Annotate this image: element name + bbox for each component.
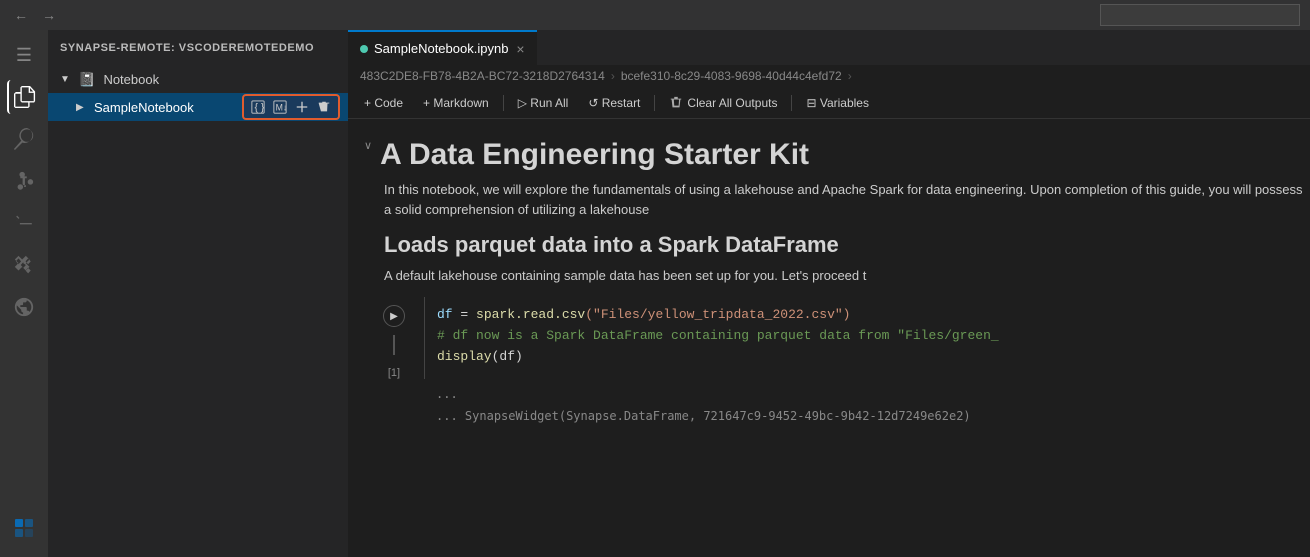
code-line-3: display(df) [437, 347, 1298, 368]
variables-button[interactable]: ⊟ Variables [798, 93, 877, 113]
tree-section: ▼ 📓 Notebook ▶ SampleNotebook { } [48, 65, 348, 121]
notebook-folder-icon: 📓 [78, 71, 95, 88]
notebook-toolbar: + Code + Markdown ▷ Run All ↺ Restart Cl… [348, 87, 1310, 119]
sidebar: SYNAPSE-REMOTE: VSCODEREMOTEDEMO ▼ 📓 Not… [48, 30, 348, 557]
delete-cell-button[interactable] [314, 98, 334, 116]
activity-bar: ☰ [0, 30, 48, 557]
notebook-folder-label: Notebook [103, 72, 340, 87]
sidebar-content: ▼ 📓 Notebook ▶ SampleNotebook { } [48, 65, 348, 557]
title-bar-nav: ← → [10, 5, 60, 25]
title-bar: ← → [0, 0, 1310, 30]
title-bar-search[interactable] [1100, 4, 1300, 26]
extensions-icon[interactable] [7, 248, 41, 282]
code-cell: ▶ [1] df = spark.read.csv("Files/yellow_… [364, 297, 1310, 379]
section2-title: Loads parquet data into a Spark DataFram… [384, 231, 1310, 260]
sidebar-title: SYNAPSE-REMOTE: VSCODEREMOTEDEMO [60, 42, 314, 54]
synapse-icon[interactable] [7, 511, 41, 545]
tab-label: SampleNotebook.ipynb [374, 41, 508, 56]
breadcrumb-part1: 483C2DE8-FB78-4B2A-BC72-3218D2764314 [360, 69, 605, 83]
add-markdown-button[interactable]: + Markdown [415, 93, 497, 113]
code-line-2: # df now is a Spark DataFrame containing… [437, 326, 1298, 347]
notebook-folder-item[interactable]: ▼ 📓 Notebook [48, 65, 348, 93]
heading-section: ∨ A Data Engineering Starter Kit In this… [364, 135, 1310, 219]
cell-body[interactable]: df = spark.read.csv("Files/yellow_tripda… [424, 297, 1310, 379]
row-actions: { } M↓ [242, 94, 340, 120]
restart-button[interactable]: ↺ Restart [580, 93, 648, 113]
sample-notebook-item[interactable]: ▶ SampleNotebook { } [48, 93, 348, 121]
clear-outputs-label: Clear All Outputs [687, 96, 777, 110]
tab-close-button[interactable]: × [516, 41, 524, 57]
editor-area: SampleNotebook.ipynb × 483C2DE8-FB78-4B2… [348, 30, 1310, 557]
add-code-button[interactable]: + Code [356, 93, 411, 113]
nav-forward-button[interactable]: → [38, 5, 60, 25]
add-markdown-cell-button[interactable]: M↓ [270, 98, 290, 116]
heading-row: ∨ A Data Engineering Starter Kit [364, 135, 1310, 174]
menu-icon[interactable]: ☰ [7, 38, 41, 72]
sample-notebook-chevron: ▶ [76, 102, 90, 113]
notebook-intro: In this notebook, we will explore the fu… [384, 180, 1310, 219]
section-toggle[interactable]: ∨ [364, 139, 372, 152]
cell-output-dots-1: ... [424, 383, 1310, 405]
active-tab[interactable]: SampleNotebook.ipynb × [348, 30, 537, 65]
code-var-df: df [437, 307, 453, 322]
notebook-title: A Data Engineering Starter Kit [380, 135, 809, 174]
add-code-cell-button[interactable]: { } [248, 98, 268, 116]
breadcrumb-part2: bcefe310-8c29-4083-9698-40d44c4efd72 [621, 69, 842, 83]
exec-count: [1] [388, 367, 400, 379]
toolbar-separator-2 [654, 95, 655, 111]
cell-gutter: ▶ [1] [364, 297, 424, 379]
output-widget: SynapseWidget(Synapse.DataFrame, 721647c… [465, 409, 971, 423]
source-control-icon[interactable] [7, 164, 41, 198]
clear-outputs-button[interactable]: Clear All Outputs [661, 93, 785, 113]
search-icon[interactable] [7, 122, 41, 156]
run-cell-button[interactable]: ▶ [383, 305, 405, 327]
tab-bar: SampleNotebook.ipynb × [348, 30, 1310, 65]
output-dots-2: ... [436, 409, 458, 423]
breadcrumb-sep1: › [611, 69, 615, 83]
toolbar-separator-1 [503, 95, 504, 111]
nav-back-button[interactable]: ← [10, 5, 32, 25]
code-line-1: df = spark.read.csv("Files/yellow_tripda… [437, 305, 1298, 326]
move-cell-button[interactable] [292, 98, 312, 116]
section2: Loads parquet data into a Spark DataFram… [364, 231, 1310, 285]
folder-chevron: ▼ [60, 74, 74, 85]
remote-icon[interactable] [7, 290, 41, 324]
breadcrumb: 483C2DE8-FB78-4B2A-BC72-3218D2764314 › b… [348, 65, 1310, 87]
breadcrumb-sep2: › [848, 69, 852, 83]
svg-text:M↓: M↓ [276, 103, 287, 113]
run-debug-icon[interactable] [7, 206, 41, 240]
tab-dot [360, 45, 368, 53]
cell-output-widget: ... SynapseWidget(Synapse.DataFrame, 721… [424, 405, 1310, 427]
svg-text:{ }: { } [255, 102, 265, 114]
toolbar-separator-3 [791, 95, 792, 111]
notebook-content: ∨ A Data Engineering Starter Kit In this… [348, 119, 1310, 557]
sidebar-header: SYNAPSE-REMOTE: VSCODEREMOTEDEMO [48, 30, 348, 65]
main-layout: ☰ [0, 30, 1310, 557]
explorer-icon[interactable] [7, 80, 41, 114]
output-dots-1: ... [436, 387, 458, 401]
run-all-button[interactable]: ▷ Run All [510, 93, 577, 113]
section2-text: A default lakehouse containing sample da… [384, 266, 1310, 286]
